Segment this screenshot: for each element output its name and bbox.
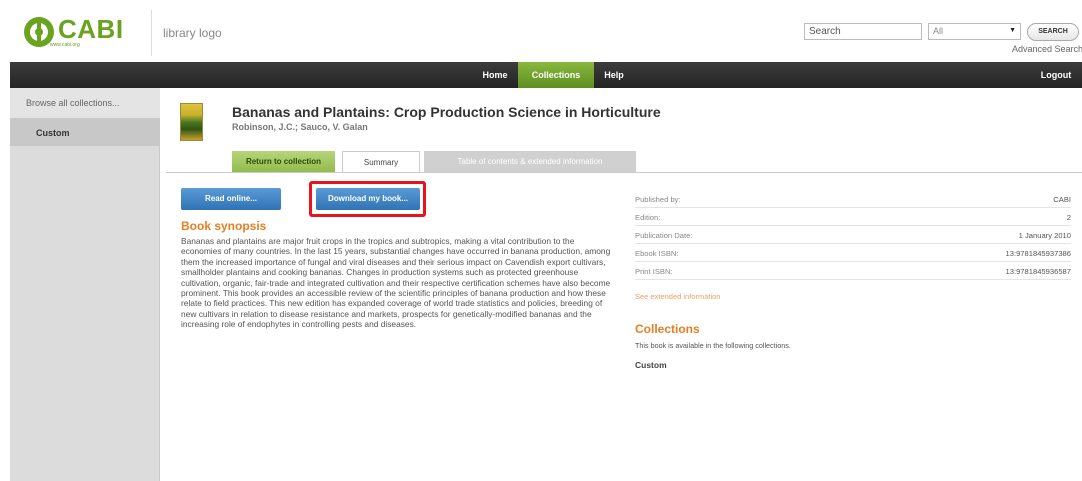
nav-help[interactable]: Help: [592, 62, 636, 88]
sidebar-item-custom[interactable]: Custom: [10, 118, 160, 146]
detail-value: 1 January 2010: [1018, 231, 1071, 240]
search-scope-value: All: [933, 26, 944, 36]
book-cover-image: [180, 103, 203, 141]
search-button[interactable]: SEARCH: [1027, 23, 1079, 41]
read-online-button[interactable]: Read online...: [181, 188, 281, 210]
logout-button[interactable]: Logout: [1036, 62, 1076, 88]
site-header: CABI www.cabi.org library logo Search Al…: [0, 0, 1082, 62]
detail-label: Edition:: [635, 213, 661, 222]
detail-value: 13:9781845937386: [1005, 249, 1071, 258]
logo-text: CABI: [58, 14, 124, 44]
detail-row-publisher: Published by: CABI: [635, 190, 1071, 208]
return-to-collection-button[interactable]: Return to collection: [232, 151, 335, 173]
main-navbar: Home Collections Help Logout: [10, 62, 1082, 88]
collection-item-custom[interactable]: Custom: [635, 360, 667, 370]
collections-description: This book is available in the following …: [635, 341, 791, 350]
collections-sidebar: Browse all collections... Custom: [10, 88, 160, 481]
nav-collections[interactable]: Collections: [518, 62, 594, 88]
detail-row-ebook-isbn: Ebook ISBN: 13:9781845937386: [635, 244, 1071, 262]
download-highlight-box: [309, 181, 426, 217]
book-title: Bananas and Plantains: Crop Production S…: [232, 104, 661, 120]
library-logo: library logo: [163, 26, 222, 40]
browse-all-collections-link[interactable]: Browse all collections...: [10, 88, 160, 118]
cabi-logo[interactable]: CABI www.cabi.org: [22, 15, 124, 49]
detail-row-publication-date: Publication Date: 1 January 2010: [635, 226, 1071, 244]
detail-label: Published by:: [635, 195, 681, 204]
logo-url: www.cabi.org: [50, 42, 80, 48]
book-details-table: Published by: CABI Edition: 2 Publicatio…: [635, 190, 1071, 280]
detail-value: 13:9781845936587: [1005, 267, 1071, 276]
detail-label: Print ISBN:: [635, 267, 673, 276]
book-authors: Robinson, J.C.; Sauco, V. Galan: [232, 122, 368, 132]
search-input[interactable]: Search: [804, 23, 922, 40]
tab-table-of-contents[interactable]: Table of contents & extended information: [424, 151, 636, 173]
collections-heading: Collections: [635, 322, 700, 336]
detail-row-print-isbn: Print ISBN: 13:9781845936587: [635, 262, 1071, 280]
detail-value: 2: [1066, 213, 1071, 222]
see-extended-information-link[interactable]: See extended information: [635, 292, 720, 301]
tab-summary[interactable]: Summary: [342, 151, 420, 173]
synopsis-heading: Book synopsis: [181, 219, 267, 233]
detail-row-edition: Edition: 2: [635, 208, 1071, 226]
logo-divider: [151, 10, 152, 56]
detail-value: CABI: [1053, 195, 1071, 204]
nav-home[interactable]: Home: [470, 62, 520, 88]
search-scope-select[interactable]: All ▼: [928, 23, 1021, 40]
detail-label: Publication Date:: [635, 231, 693, 240]
advanced-search-link[interactable]: Advanced Search: [1012, 44, 1082, 54]
detail-label: Ebook ISBN:: [635, 249, 679, 258]
tab-divider: [166, 172, 1082, 173]
dropdown-arrow-icon: ▼: [1009, 27, 1016, 34]
synopsis-text: Bananas and plantains are major fruit cr…: [181, 236, 611, 330]
